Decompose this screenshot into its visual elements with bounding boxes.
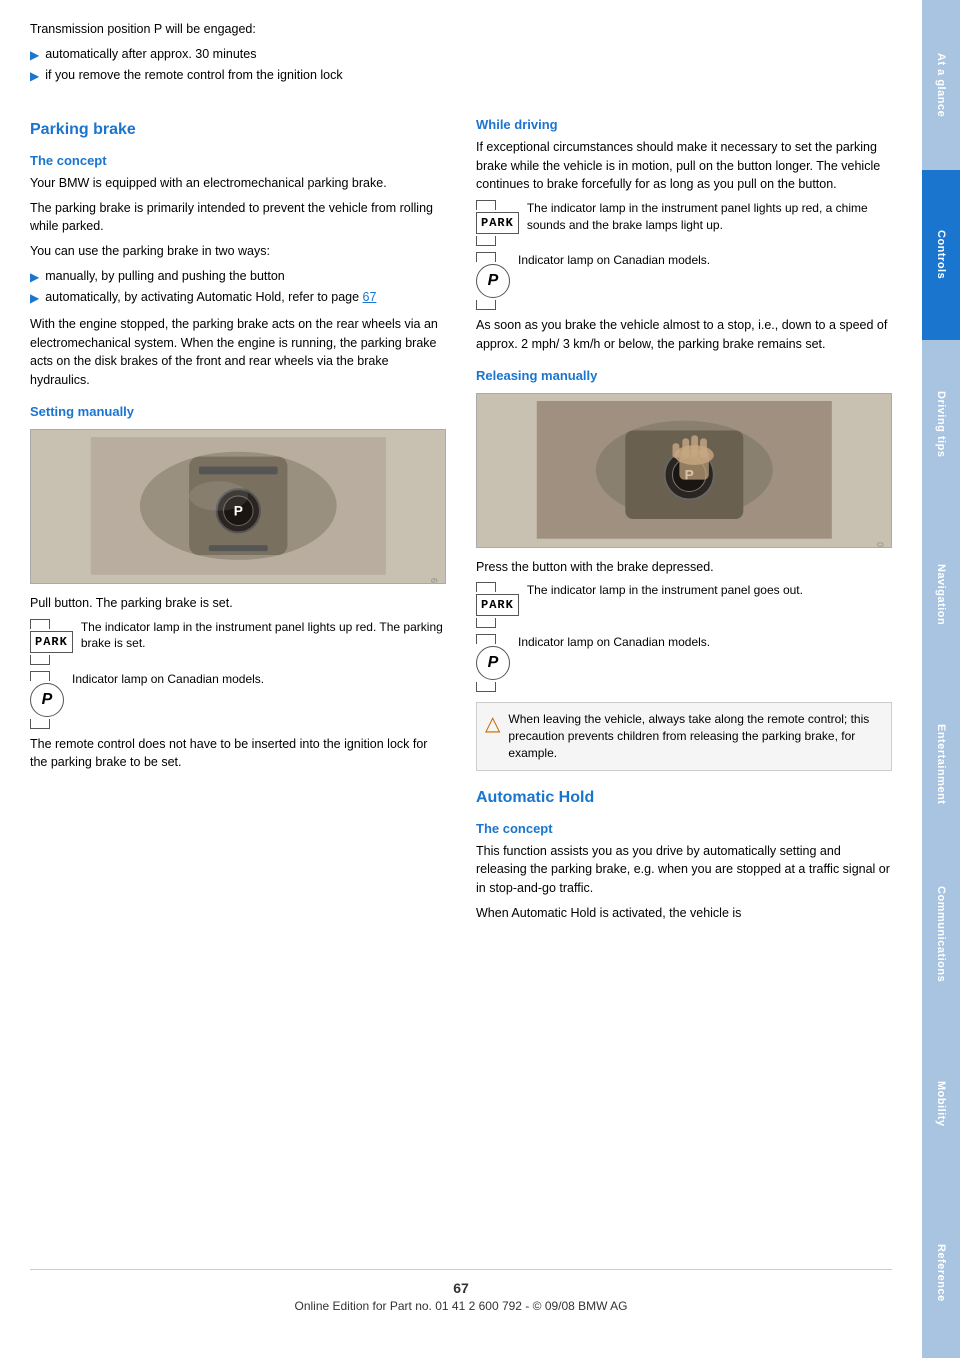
sidebar-tab-at-a-glance[interactable]: At a glance — [922, 0, 960, 170]
sidebar-tab-communications[interactable]: Communications — [922, 849, 960, 1019]
sidebar-tab-entertainment[interactable]: Entertainment — [922, 679, 960, 849]
p-indicator-driving-text: Indicator lamp on Canadian models. — [518, 252, 710, 269]
p-indicator-1-text: Indicator lamp on Canadian models. — [72, 671, 264, 688]
col-left: Parking brake The concept Your BMW is eq… — [30, 103, 446, 1259]
park-indicator-driving: PARK The indicator lamp in the instrumen… — [476, 200, 892, 246]
page-link[interactable]: 67 — [363, 290, 377, 304]
p-indicator-1: P Indicator lamp on Canadian models. — [30, 671, 446, 729]
p-indicator-box-releasing: P — [476, 646, 510, 680]
sidebar-tab-driving-tips[interactable]: Driving tips — [922, 340, 960, 510]
page-container: Transmission position P will be engaged:… — [0, 0, 960, 1358]
concept-para4: With the engine stopped, the parking bra… — [30, 315, 446, 390]
setting-note: The remote control does not have to be i… — [30, 735, 446, 773]
warning-icon: △ — [485, 711, 500, 736]
auto-hold-concept-heading: The concept — [476, 821, 892, 836]
p-indicator-box-1: P — [30, 683, 64, 717]
page-footer: 67 Online Edition for Part no. 01 41 2 6… — [30, 1269, 892, 1318]
p-indicator-box-driving: P — [476, 264, 510, 298]
concept-para1: Your BMW is equipped with an electromech… — [30, 174, 446, 193]
concept-para3: You can use the parking brake in two way… — [30, 242, 446, 261]
releasing-caption: Press the button with the brake depresse… — [476, 558, 892, 577]
col-right: While driving If exceptional circumstanc… — [476, 103, 892, 1259]
warning-text: When leaving the vehicle, always take al… — [508, 711, 883, 761]
concept-bullets: ▶ manually, by pulling and pushing the b… — [30, 267, 446, 307]
arrow-icon4: ▶ — [30, 289, 39, 307]
sidebar-tab-mobility[interactable]: Mobility — [922, 1019, 960, 1189]
setting-manually-heading: Setting manually — [30, 404, 446, 419]
top-intro-bullet1: ▶ automatically after approx. 30 minutes — [30, 45, 892, 64]
arrow-icon1: ▶ — [30, 46, 39, 64]
arrow-icon3: ▶ — [30, 268, 39, 286]
footer-copyright: Online Edition for Part no. 01 41 2 600 … — [30, 1299, 892, 1313]
top-intro: Transmission position P will be engaged:… — [30, 20, 892, 93]
arrow-icon2: ▶ — [30, 67, 39, 85]
concept-bullet2: ▶ automatically, by activating Automatic… — [30, 288, 446, 307]
concept-heading: The concept — [30, 153, 446, 168]
while-driving-para2: As soon as you brake the vehicle almost … — [476, 316, 892, 354]
releasing-image-svg: P — [498, 401, 871, 539]
park-box-releasing: PARK — [476, 594, 519, 616]
releasing-manually-image: P W163-0430 — [476, 393, 892, 548]
p-indicator-driving: P Indicator lamp on Canadian models. — [476, 252, 892, 310]
park-indicator-driving-text: The indicator lamp in the instrument pan… — [527, 200, 892, 234]
sidebar-tab-navigation[interactable]: Navigation — [922, 509, 960, 679]
automatic-hold-heading: Automatic Hold — [476, 789, 892, 807]
park-box-1: PARK — [30, 631, 73, 653]
setting-image-svg: P — [52, 437, 425, 575]
park-indicator-1-text: The indicator lamp in the instrument pan… — [81, 619, 446, 653]
top-intro-line1: Transmission position P will be engaged: — [30, 20, 892, 39]
top-intro-bullets: ▶ automatically after approx. 30 minutes… — [30, 45, 892, 85]
setting-caption: Pull button. The parking brake is set. — [30, 594, 446, 613]
watermark-left: W163-0429 — [430, 578, 440, 584]
setting-manually-image: P W163-0429 — [30, 429, 446, 584]
while-driving-heading: While driving — [476, 117, 892, 132]
p-indicator-releasing: P Indicator lamp on Canadian models. — [476, 634, 892, 692]
sidebar-tab-reference[interactable]: Reference — [922, 1188, 960, 1358]
park-indicator-1: PARK The indicator lamp in the instrumen… — [30, 619, 446, 665]
main-content: Transmission position P will be engaged:… — [0, 0, 922, 1358]
top-intro-bullet2: ▶ if you remove the remote control from … — [30, 66, 892, 85]
releasing-manually-heading: Releasing manually — [476, 368, 892, 383]
sidebar-tab-controls[interactable]: Controls — [922, 170, 960, 340]
while-driving-para1: If exceptional circumstances should make… — [476, 138, 892, 194]
park-indicator-releasing-text: The indicator lamp in the instrument pan… — [527, 582, 803, 599]
two-col-layout: Parking brake The concept Your BMW is eq… — [30, 103, 892, 1259]
park-indicator-releasing: PARK The indicator lamp in the instrumen… — [476, 582, 892, 628]
concept-para2: The parking brake is primarily intended … — [30, 199, 446, 237]
concept-bullet1: ▶ manually, by pulling and pushing the b… — [30, 267, 446, 286]
warning-box: △ When leaving the vehicle, always take … — [476, 702, 892, 770]
parking-brake-title: Parking brake — [30, 121, 446, 139]
sidebar: At a glance Controls Driving tips Naviga… — [922, 0, 960, 1358]
auto-hold-para2: When Automatic Hold is activated, the ve… — [476, 904, 892, 923]
park-box-driving: PARK — [476, 212, 519, 234]
auto-hold-para1: This function assists you as you drive b… — [476, 842, 892, 898]
page-number: 67 — [30, 1280, 892, 1296]
p-indicator-releasing-text: Indicator lamp on Canadian models. — [518, 634, 710, 651]
watermark-right: W163-0430 — [876, 542, 886, 548]
